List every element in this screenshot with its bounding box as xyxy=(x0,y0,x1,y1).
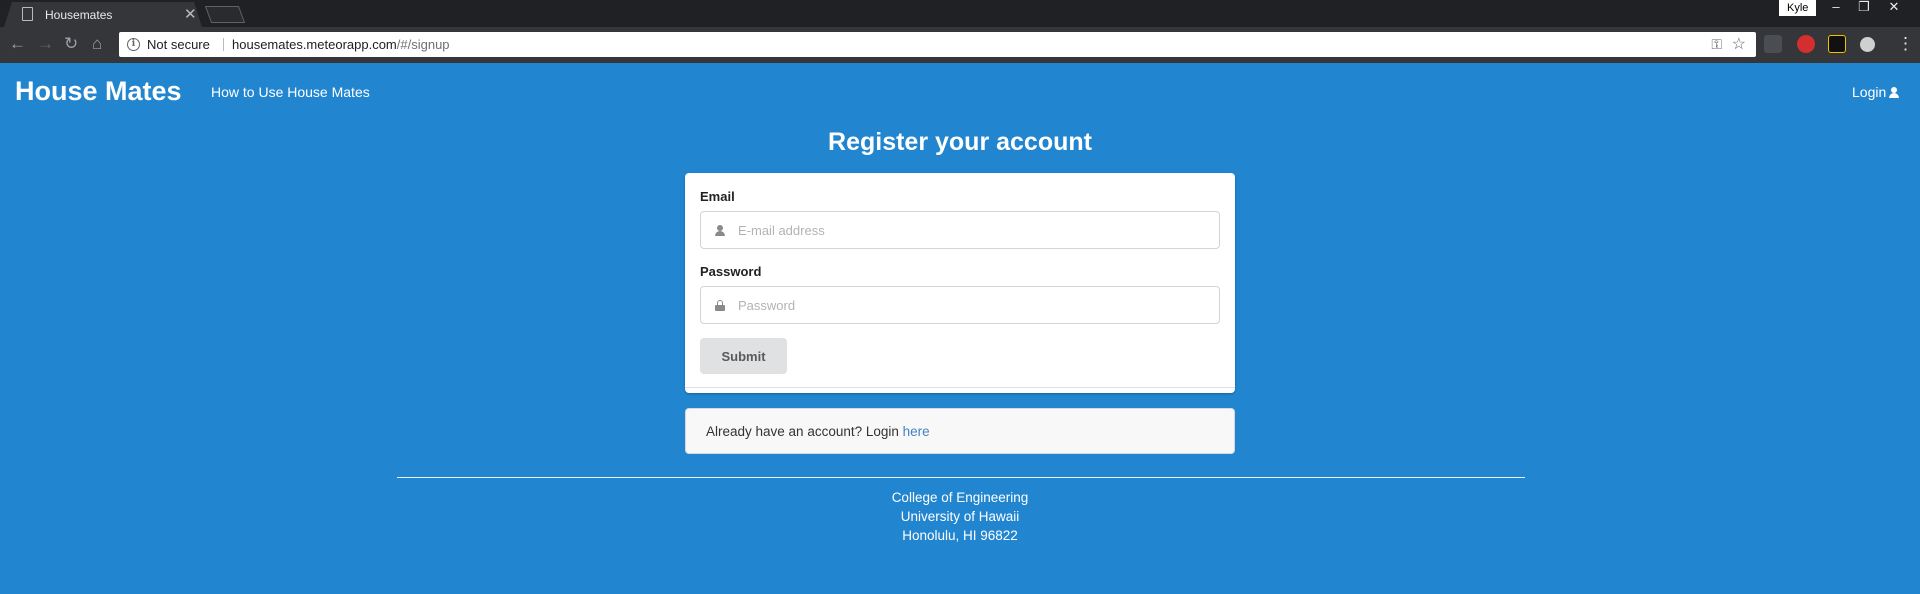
browser-toolbar: ← → ↻ ⌂ i Not secure housemates.meteorap… xyxy=(0,27,1920,63)
brand-logo[interactable]: House Mates xyxy=(15,76,182,107)
login-link[interactable]: Login xyxy=(1852,84,1900,100)
key-icon[interactable]: ⚿ xyxy=(1711,36,1722,53)
reload-icon[interactable]: ↻ xyxy=(64,34,78,54)
footer-line-college: College of Engineering xyxy=(891,490,1029,505)
login-message: Already have an account? Login here xyxy=(685,408,1235,454)
email-field-wrapper xyxy=(700,211,1220,249)
address-bar[interactable]: i Not secure housemates.meteorapp.com/#/… xyxy=(119,32,1756,57)
footer: College of Engineering University of Haw… xyxy=(0,488,1920,545)
user-icon xyxy=(1889,87,1900,98)
url-path: /#/signup xyxy=(396,37,450,52)
password-field[interactable] xyxy=(738,287,1208,323)
lock-icon xyxy=(715,300,725,312)
login-message-text: Already have an account? Login xyxy=(706,424,903,439)
tab-title: Housemates xyxy=(45,8,113,22)
password-label: Password xyxy=(700,264,762,279)
bookmark-star-icon[interactable]: ☆ xyxy=(1732,34,1746,54)
extension-icon[interactable] xyxy=(1828,35,1846,53)
how-to-link[interactable]: How to Use House Mates xyxy=(211,84,370,100)
browser-tab[interactable]: Housemates ✕ xyxy=(4,2,202,27)
info-icon[interactable]: i xyxy=(127,38,140,51)
url-text[interactable]: housemates.meteorapp.com/#/signup xyxy=(232,37,450,52)
extension-icon[interactable] xyxy=(1860,37,1875,52)
login-here-link[interactable]: here xyxy=(903,424,930,439)
card-bottom-edge xyxy=(685,387,1235,393)
restore-icon[interactable]: ❐ xyxy=(1850,0,1878,15)
footer-line-university: University of Hawaii xyxy=(900,509,1020,524)
submit-button[interactable]: Submit xyxy=(700,338,787,374)
extension-icon[interactable] xyxy=(1797,35,1815,53)
security-indicator[interactable]: Not secure xyxy=(147,37,210,52)
close-window-icon[interactable]: ✕ xyxy=(1880,0,1908,15)
page-title: Register your account xyxy=(828,128,1092,156)
browser-tab-strip: Housemates ✕ Kyle ‒ ❐ ✕ xyxy=(0,0,1920,27)
extension-icon[interactable] xyxy=(1764,35,1782,53)
login-label: Login xyxy=(1852,84,1887,100)
user-icon xyxy=(715,225,725,237)
email-label: Email xyxy=(700,189,735,204)
minimize-icon[interactable]: ‒ xyxy=(1822,0,1850,14)
password-field-wrapper xyxy=(700,286,1220,324)
menu-icon[interactable]: ⋮ xyxy=(1897,34,1914,54)
footer-line-address: Honolulu, HI 96822 xyxy=(902,528,1018,543)
email-field[interactable] xyxy=(738,212,1208,248)
url-host: housemates.meteorapp.com xyxy=(232,37,397,52)
tab-close-icon[interactable]: ✕ xyxy=(184,5,197,23)
page-icon xyxy=(22,7,33,21)
new-tab-button[interactable] xyxy=(204,6,246,23)
back-icon[interactable]: ← xyxy=(9,34,26,54)
profile-button[interactable]: Kyle xyxy=(1779,0,1817,16)
footer-divider xyxy=(397,477,1525,478)
home-icon[interactable]: ⌂ xyxy=(92,34,102,54)
register-form: Email Password Submit xyxy=(685,173,1235,393)
forward-icon[interactable]: → xyxy=(37,34,54,54)
address-separator xyxy=(223,38,224,51)
